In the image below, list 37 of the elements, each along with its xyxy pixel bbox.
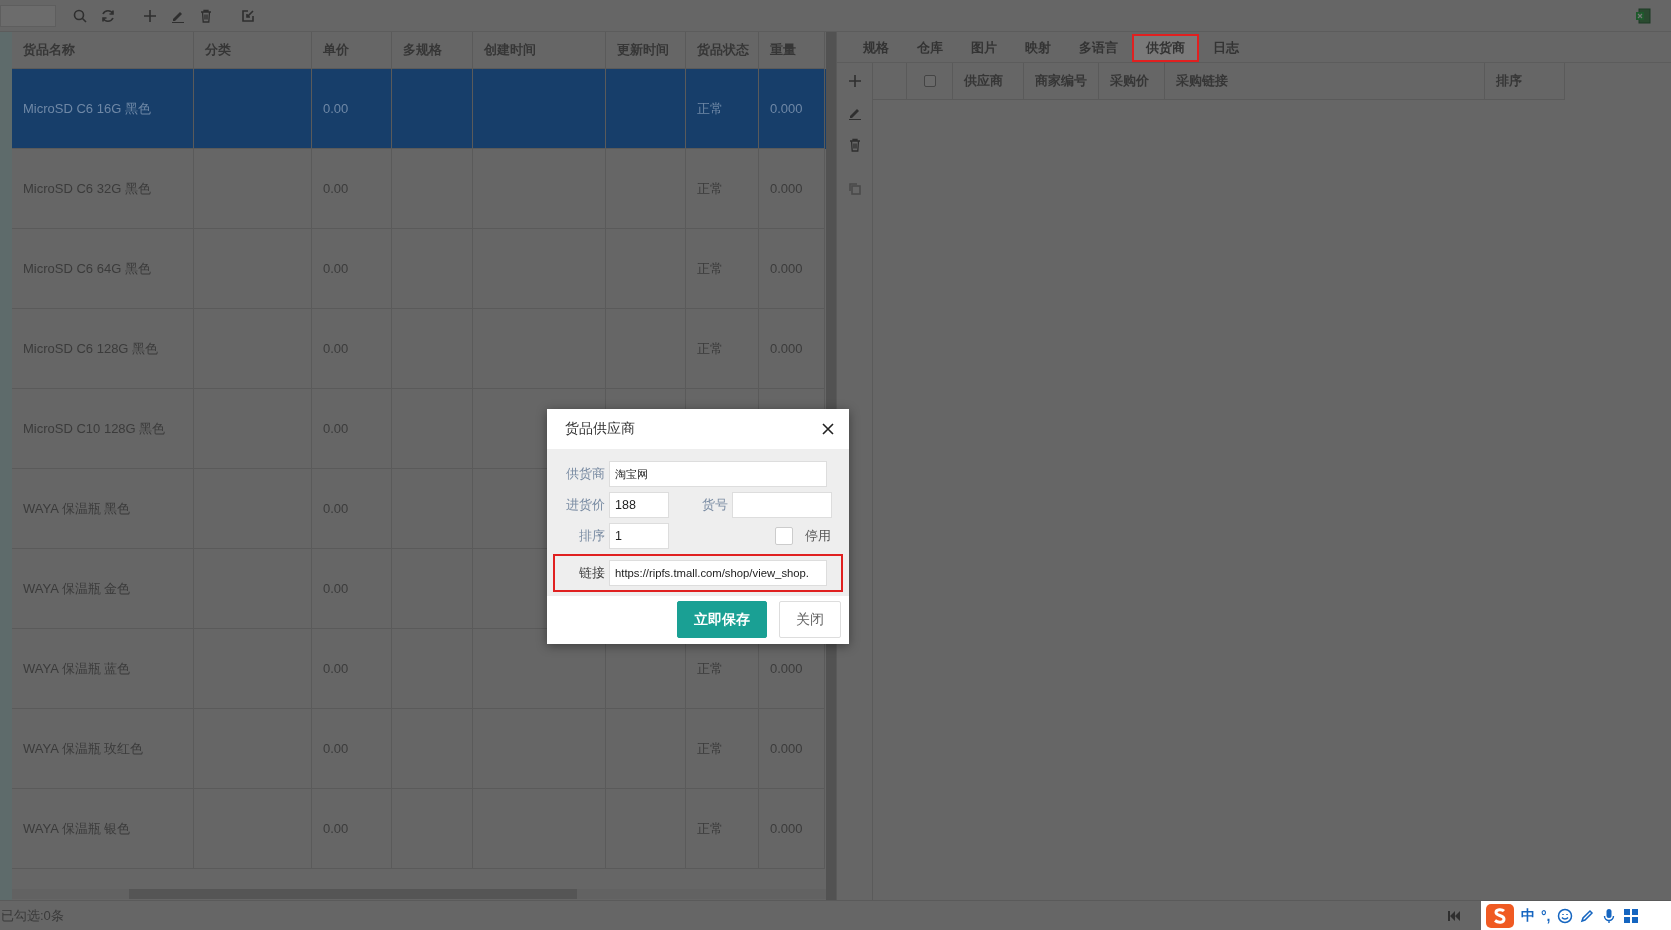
trash-icon[interactable] (198, 7, 214, 24)
ime-punctuation[interactable]: °, (1541, 907, 1551, 924)
field-label: 进货价 (565, 496, 605, 514)
field-label: 供货商 (565, 465, 605, 483)
smiley-icon[interactable] (1556, 907, 1573, 924)
tab[interactable]: 供货商 (1132, 34, 1199, 62)
field-label: 链接 (578, 564, 605, 582)
search-icon[interactable] (72, 7, 88, 24)
table-cell: MicroSD C6 16G 黑色 (12, 69, 194, 149)
table-cell: 0.00 (312, 69, 392, 149)
save-button[interactable]: 立即保存 (677, 601, 767, 638)
edit-box-icon[interactable] (240, 7, 256, 24)
spreadsheet-icon[interactable] (1635, 7, 1651, 24)
refresh-icon[interactable] (100, 7, 116, 24)
selected-row[interactable]: MicroSD C6 16G 黑色 0.00 正常 0.000 (12, 69, 826, 149)
table-cell: 正常 (686, 69, 759, 149)
plus-icon[interactable] (846, 73, 863, 89)
grid-icon[interactable] (1622, 907, 1639, 924)
checkbox[interactable] (923, 75, 936, 87)
table-cell: 0.000 (759, 69, 825, 149)
plus-icon[interactable] (142, 7, 158, 24)
close-button[interactable]: 关闭 (779, 601, 841, 638)
dialog-title: 货品供应商 (565, 420, 636, 438)
input-field[interactable]: https://ripfs.tmall.com/shop/view_shop. (609, 560, 827, 586)
input-field[interactable] (732, 492, 832, 518)
ime-mode[interactable]: 中 (1521, 906, 1535, 925)
input-field[interactable]: 1 (609, 523, 669, 549)
input-field[interactable]: 淘宝网 (609, 461, 827, 487)
close-icon[interactable] (821, 422, 835, 436)
checkbox-label: 停用 (805, 527, 831, 545)
pen-icon[interactable] (1578, 907, 1595, 924)
copy-icon[interactable] (846, 181, 863, 197)
ime-logo-icon[interactable] (1485, 902, 1515, 929)
field-label: 货号 (701, 496, 728, 514)
input-field[interactable]: 188 (609, 492, 669, 518)
field-label: 排序 (578, 527, 605, 545)
first-page-icon[interactable] (1447, 908, 1461, 923)
